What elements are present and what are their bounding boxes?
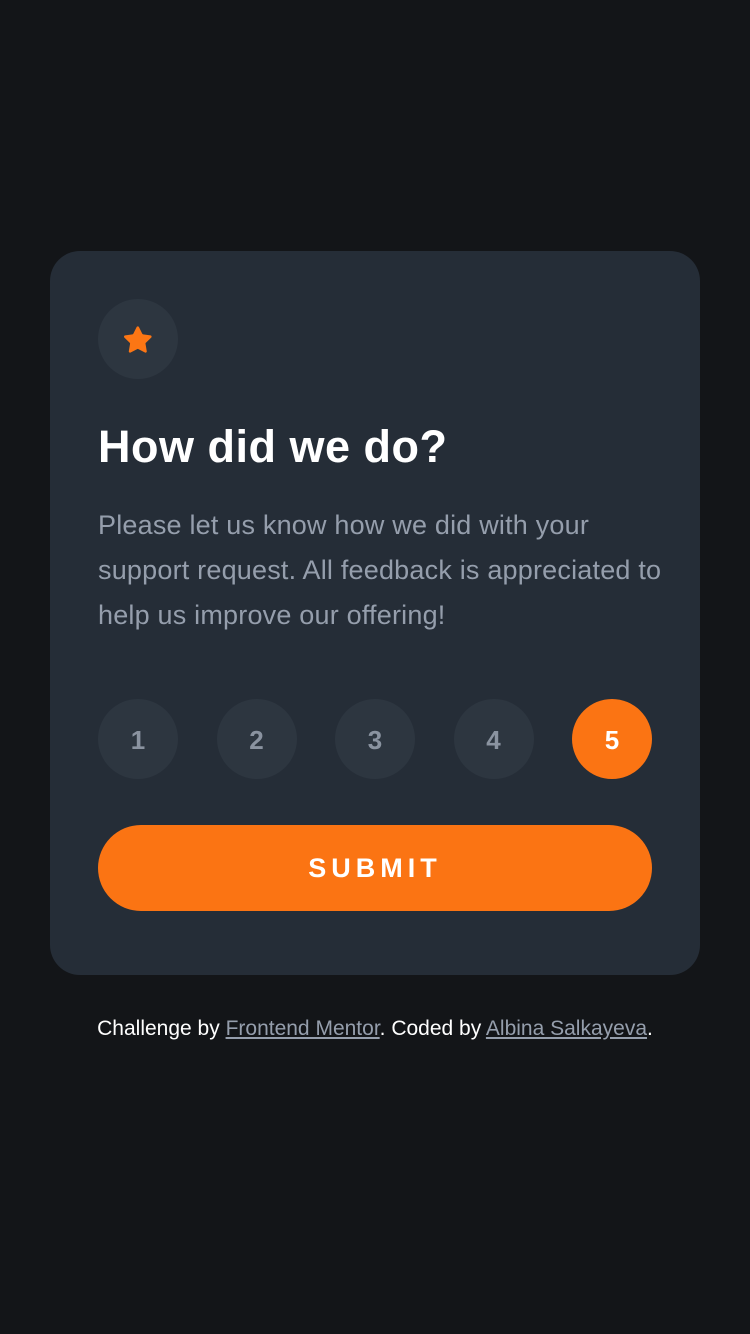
attribution-prefix: Challenge by xyxy=(97,1017,226,1040)
submit-button[interactable]: SUBMIT xyxy=(98,825,652,911)
rating-button-5[interactable]: 5 xyxy=(572,699,652,779)
rating-button-4[interactable]: 4 xyxy=(453,699,534,779)
rating-button-3[interactable]: 3 xyxy=(335,699,415,779)
rating-button-1[interactable]: 1 xyxy=(98,699,178,779)
rating-button-2[interactable]: 2 xyxy=(216,699,297,779)
page-title: How did we do? xyxy=(98,421,448,472)
star-icon xyxy=(124,325,152,353)
author-link[interactable]: Albina Salkayeva xyxy=(486,1017,647,1040)
attribution-suffix: . xyxy=(647,1017,653,1040)
attribution-middle: . Coded by xyxy=(379,1017,486,1040)
star-badge xyxy=(98,299,178,379)
rating-card: How did we do? Please let us know how we… xyxy=(50,251,700,975)
frontend-mentor-link[interactable]: Frontend Mentor xyxy=(226,1017,380,1040)
rating-options: 1 2 3 4 5 xyxy=(98,699,652,779)
description-text: Please let us know how we did with your … xyxy=(98,510,662,630)
attribution: Challenge by Frontend Mentor. Coded by A… xyxy=(0,1012,750,1046)
